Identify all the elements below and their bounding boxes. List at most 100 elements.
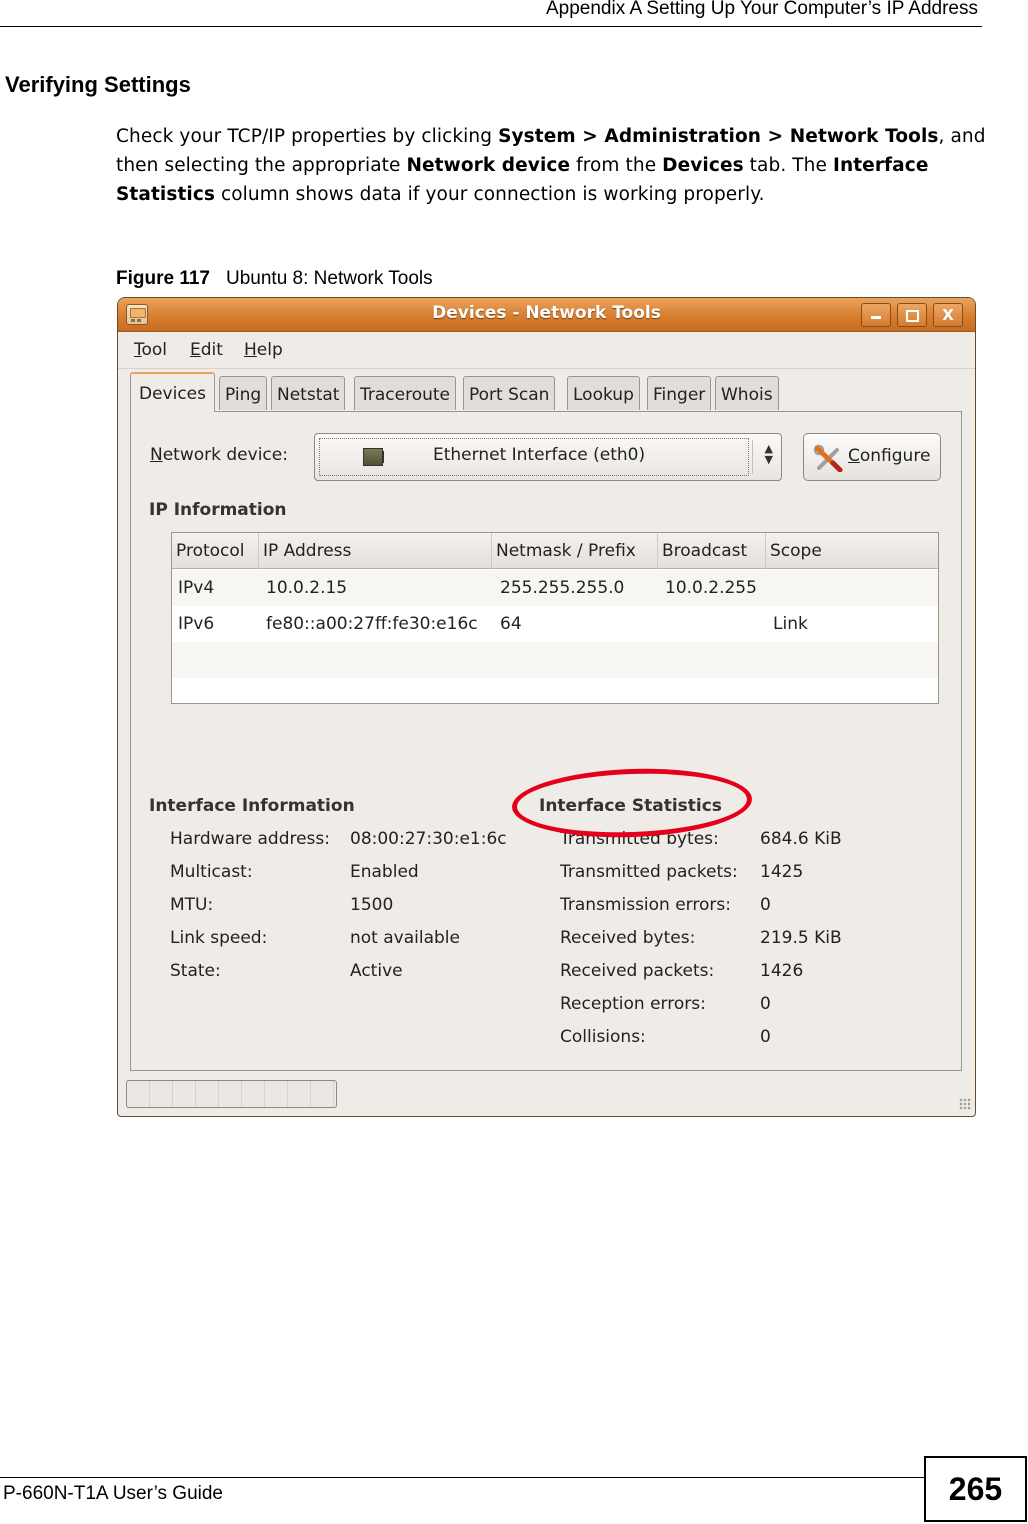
received-packets-label: Received packets:	[560, 961, 715, 981]
body-paragraph: Check your TCP/IP properties by clicking…	[116, 122, 986, 209]
menu-label: elp	[256, 340, 283, 360]
table-row[interactable]: IPv4 10.0.2.15 255.255.255.0 10.0.2.255	[172, 570, 938, 606]
text: from the	[570, 155, 663, 176]
minimize-icon	[871, 316, 881, 319]
tab-traceroute[interactable]: Traceroute	[354, 376, 457, 410]
tab-netstat[interactable]: Netstat	[271, 376, 346, 410]
empty-row	[172, 642, 938, 678]
column-header-broadcast[interactable]: Broadcast	[658, 533, 766, 569]
header-rule	[0, 26, 982, 27]
menu-tool[interactable]: Tool	[134, 340, 167, 360]
mnemonic: N	[150, 445, 163, 465]
multicast-value: Enabled	[350, 862, 419, 882]
devices-tab-ref: Devices	[662, 155, 744, 176]
transmitted-bytes-value: 684.6 KiB	[760, 829, 842, 849]
menu-path: System > Administration > Network Tools	[498, 126, 939, 147]
multicast-label: Multicast:	[170, 862, 253, 882]
maximize-button[interactable]	[897, 303, 927, 327]
resize-grip-icon[interactable]	[959, 1098, 971, 1110]
cell-protocol: IPv6	[178, 614, 215, 634]
menu-label: ool	[141, 340, 168, 360]
network-device-label: Network device:	[150, 445, 288, 465]
collisions-label: Collisions:	[560, 1027, 646, 1047]
figure-title: Ubuntu 8: Network Tools	[226, 268, 433, 289]
status-bar	[118, 1076, 975, 1116]
maximize-icon	[905, 310, 919, 322]
text: Check your TCP/IP properties by clicking	[116, 126, 499, 147]
updown-arrows-icon: ▲ ▼	[764, 442, 773, 466]
hardware-address-value: 08:00:27:30:e1:6c	[350, 829, 507, 849]
cell-netmask: 255.255.255.0	[500, 578, 625, 598]
selected-device: Ethernet Interface (eth0)	[433, 445, 646, 465]
tab-port-scan[interactable]: Port Scan	[463, 376, 556, 410]
mtu-value: 1500	[350, 895, 394, 915]
cell-ip-address: 10.0.2.15	[266, 578, 348, 598]
text: tab. The	[743, 155, 833, 176]
devices-panel: Network device: Ethernet Interface (eth0…	[130, 411, 962, 1071]
tab-ping[interactable]: Ping	[219, 376, 268, 410]
empty-row	[172, 678, 938, 703]
network-device-select[interactable]: Ethernet Interface (eth0) ▲ ▼	[314, 433, 782, 481]
received-bytes-value: 219.5 KiB	[760, 928, 842, 948]
label-text: etwork device:	[162, 445, 288, 465]
link-speed-label: Link speed:	[170, 928, 268, 948]
menu-edit[interactable]: Edit	[190, 340, 223, 360]
combo-separator	[752, 440, 753, 474]
mnemonic: T	[134, 340, 142, 360]
tab-finger[interactable]: Finger	[647, 376, 712, 410]
ip-information-table: Protocol IP Address Netmask / Prefix Bro…	[171, 532, 939, 704]
configure-label: Configure	[848, 446, 930, 466]
label-text: onfigure	[859, 446, 931, 466]
reception-errors-label: Reception errors:	[560, 994, 706, 1014]
hardware-address-label: Hardware address:	[170, 829, 330, 849]
menu-help[interactable]: Help	[244, 340, 283, 360]
close-button[interactable]: X	[933, 303, 963, 327]
interface-information-heading: Interface Information	[149, 796, 355, 816]
guide-title: P-660N-T1A User’s Guide	[3, 1483, 224, 1504]
column-header-scope[interactable]: Scope	[766, 533, 938, 569]
configure-button[interactable]: Configure	[803, 433, 941, 481]
transmitted-packets-label: Transmitted packets:	[560, 862, 738, 882]
figure-caption: Figure 117 Ubuntu 8: Network Tools	[116, 268, 433, 290]
column-header-netmask[interactable]: Netmask / Prefix	[492, 533, 658, 569]
tab-whois[interactable]: Whois	[715, 376, 779, 410]
cell-scope: Link	[773, 614, 808, 634]
transmission-errors-value: 0	[760, 895, 771, 915]
footer-rule	[0, 1477, 925, 1478]
progress-bar	[126, 1080, 337, 1108]
collisions-value: 0	[760, 1027, 771, 1047]
mnemonic: H	[244, 340, 257, 360]
running-header: Appendix A Setting Up Your Computer’s IP…	[545, 0, 978, 19]
state-value: Active	[350, 961, 403, 981]
mnemonic: C	[848, 446, 860, 466]
received-bytes-label: Received bytes:	[560, 928, 696, 948]
network-tools-window: Devices - Network Tools X Tool Edit Help…	[117, 297, 976, 1117]
text: column shows data if your connection is …	[215, 184, 765, 205]
title-bar[interactable]: Devices - Network Tools X	[118, 298, 975, 332]
state-label: State:	[170, 961, 221, 981]
tab-lookup[interactable]: Lookup	[567, 376, 640, 410]
tab-devices[interactable]: Devices	[130, 372, 215, 412]
cell-netmask: 64	[500, 614, 522, 634]
section-title: Verifying Settings	[5, 72, 191, 97]
ip-information-heading: IP Information	[149, 500, 287, 520]
transmitted-packets-value: 1425	[760, 862, 804, 882]
figure-number: Figure 117	[116, 268, 210, 289]
menu-bar: Tool Edit Help	[118, 332, 975, 369]
reception-errors-value: 0	[760, 994, 771, 1014]
table-row[interactable]: IPv6 fe80::a00:27ff:fe30:e16c 64 Link	[172, 606, 938, 642]
menu-label: dit	[200, 340, 223, 360]
transmission-errors-label: Transmission errors:	[560, 895, 731, 915]
close-icon: X	[942, 306, 954, 324]
minimize-button[interactable]	[861, 303, 891, 327]
network-device-ref: Network device	[406, 155, 571, 176]
mnemonic: E	[190, 340, 201, 360]
link-speed-value: not available	[350, 928, 460, 948]
network-card-icon	[363, 448, 384, 466]
cell-ip-address: fe80::a00:27ff:fe30:e16c	[266, 614, 478, 634]
mtu-label: MTU:	[170, 895, 214, 915]
cell-broadcast: 10.0.2.255	[665, 578, 757, 598]
column-header-protocol[interactable]: Protocol	[172, 533, 259, 569]
column-header-ip-address[interactable]: IP Address	[259, 533, 492, 569]
cell-protocol: IPv4	[178, 578, 215, 598]
